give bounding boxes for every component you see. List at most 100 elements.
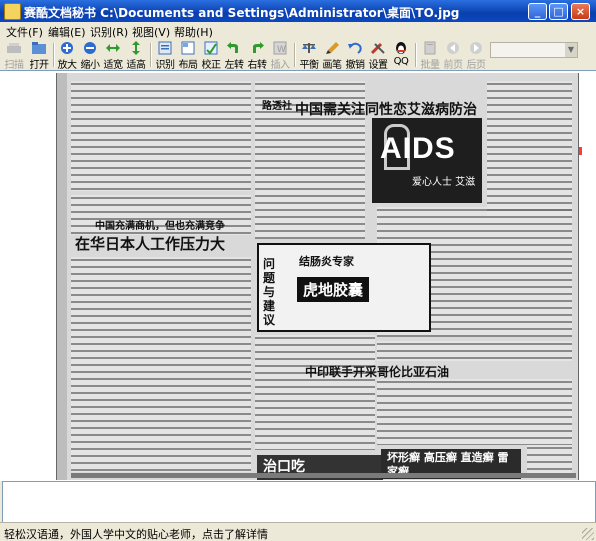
zoom-out-button[interactable]: 缩小 bbox=[79, 41, 101, 71]
title-bar: 赛酷文档秘书 C:\Documents and Settings\Adminis… bbox=[0, 0, 596, 22]
rotate-right-icon bbox=[253, 42, 264, 53]
scanned-newspaper-image: 中国充满商机，但也充满竞争 在华日本人工作压力大 路透社 中国需关注同性恋艾滋病… bbox=[56, 73, 579, 480]
layout-label: 布局 bbox=[178, 60, 199, 71]
open-folder-icon bbox=[32, 42, 46, 54]
recognize-label: 识别 bbox=[155, 60, 176, 71]
tools-icon bbox=[370, 42, 385, 55]
qq-label: QQ bbox=[393, 56, 409, 67]
rotate-right-button[interactable]: 右转 bbox=[246, 41, 268, 71]
fit-height-button[interactable]: 适高 bbox=[125, 41, 147, 71]
text-block bbox=[487, 81, 572, 216]
close-button[interactable]: × bbox=[571, 3, 590, 20]
zoom-out-label: 缩小 bbox=[80, 60, 101, 71]
next-page-button[interactable]: 后页 bbox=[465, 41, 487, 71]
text-block bbox=[255, 335, 375, 450]
arrow-left-icon bbox=[447, 42, 459, 54]
zoom-in-button[interactable]: 放大 bbox=[56, 41, 78, 71]
open-button[interactable]: 打开 bbox=[28, 41, 50, 71]
document-viewer[interactable]: 中国充满商机，但也充满竞争 在华日本人工作压力大 路透社 中国需关注同性恋艾滋病… bbox=[0, 70, 596, 481]
fit-height-label: 适高 bbox=[126, 60, 147, 71]
ad-side-text: 问题与建议 bbox=[263, 257, 276, 327]
settings-label: 设置 bbox=[368, 60, 389, 71]
window-title: 赛酷文档秘书 C:\Documents and Settings\Adminis… bbox=[24, 6, 460, 20]
fit-width-label: 适宽 bbox=[103, 60, 124, 71]
text-block bbox=[71, 257, 251, 472]
menu-view[interactable]: 视图(V) bbox=[132, 24, 170, 40]
fit-height-icon bbox=[132, 41, 140, 55]
zoom-out-icon bbox=[84, 42, 96, 54]
app-window: 赛酷文档秘书 C:\Documents and Settings\Adminis… bbox=[0, 0, 596, 541]
undo-button[interactable]: 撤销 bbox=[344, 41, 366, 71]
text-block bbox=[377, 341, 572, 361]
undo-icon bbox=[348, 42, 362, 54]
scan-edge bbox=[57, 73, 67, 480]
rotate-left-button[interactable]: 左转 bbox=[223, 41, 245, 71]
menu-recognize[interactable]: 识别(R) bbox=[90, 24, 128, 40]
headline-oil: 中印联手开采哥伦比亚石油 bbox=[305, 365, 450, 379]
zoom-in-label: 放大 bbox=[57, 60, 78, 71]
recognize-icon bbox=[158, 41, 172, 55]
rotate-right-label: 右转 bbox=[247, 60, 268, 71]
resize-grip[interactable] bbox=[582, 528, 594, 540]
scanner-icon bbox=[7, 43, 21, 53]
text-block bbox=[377, 379, 572, 445]
batch-label: 批量 bbox=[420, 60, 441, 71]
text-block bbox=[71, 81, 251, 191]
balance-icon bbox=[302, 43, 316, 53]
next-page-label: 后页 bbox=[466, 60, 487, 71]
status-bar: 轻松汉语通，外国人学中文的贴心老师，点击了解详情 bbox=[0, 522, 596, 541]
layout-icon bbox=[181, 41, 195, 55]
headline-main: 中国需关注同性恋艾滋病防治 bbox=[295, 102, 477, 118]
balance-button[interactable]: 平衡 bbox=[298, 41, 320, 71]
batch-button[interactable]: 批量 bbox=[419, 41, 441, 71]
status-ad-link[interactable]: 轻松汉语通，外国人学中文的贴心老师，点击了解详情 bbox=[4, 526, 268, 541]
page-select-combo[interactable]: ▼ bbox=[490, 42, 578, 58]
correct-button[interactable]: 校正 bbox=[200, 41, 222, 71]
rotate-left-label: 左转 bbox=[224, 60, 245, 71]
layout-button[interactable]: 布局 bbox=[177, 41, 199, 71]
fit-width-button[interactable]: 适宽 bbox=[102, 41, 124, 71]
menu-help[interactable]: 帮助(H) bbox=[174, 24, 213, 40]
balance-label: 平衡 bbox=[299, 60, 320, 71]
scan-button[interactable]: 扫描 bbox=[3, 41, 25, 71]
toolbar-separator bbox=[150, 43, 152, 67]
toolbar-separator bbox=[53, 43, 55, 67]
prev-page-label: 前页 bbox=[443, 60, 464, 71]
brush-icon bbox=[326, 42, 339, 54]
recognize-button[interactable]: 识别 bbox=[154, 41, 176, 71]
settings-button[interactable]: 设置 bbox=[367, 41, 389, 71]
headline-japan: 在华日本人工作压力大 bbox=[75, 235, 226, 253]
prev-page-button[interactable]: 前页 bbox=[442, 41, 464, 71]
zoom-in-icon bbox=[61, 42, 73, 54]
app-icon bbox=[4, 3, 21, 20]
aids-word: AIDS bbox=[380, 132, 456, 165]
advertisement-capsule: 问题与建议 结肠炎专家 虎地胶囊 bbox=[257, 243, 431, 332]
qq-penguin-icon bbox=[396, 42, 406, 54]
chevron-down-icon[interactable]: ▼ bbox=[565, 43, 577, 57]
arrow-right-icon bbox=[470, 42, 482, 54]
ad-top-text: 结肠炎专家 bbox=[299, 255, 354, 268]
minimize-button[interactable]: _ bbox=[528, 3, 547, 20]
undo-label: 撤销 bbox=[345, 60, 366, 71]
open-label: 打开 bbox=[29, 60, 50, 71]
paint-button[interactable]: 画笔 bbox=[321, 41, 343, 71]
menu-file[interactable]: 文件(F) bbox=[6, 24, 43, 40]
qq-button[interactable]: QQ bbox=[390, 41, 412, 69]
correct-label: 校正 bbox=[201, 60, 222, 71]
insert-button[interactable]: W 插入 bbox=[269, 41, 291, 71]
aids-photo: AIDS 爱心人士 艾滋 bbox=[372, 118, 482, 203]
insert-label: 插入 bbox=[270, 60, 291, 71]
section-tag: 路透社 bbox=[262, 101, 292, 112]
toolbar-separator bbox=[294, 43, 296, 67]
paint-label: 画笔 bbox=[322, 60, 343, 71]
correct-icon bbox=[204, 41, 218, 55]
newspaper-footer bbox=[71, 473, 576, 478]
toolbar-separator bbox=[415, 43, 417, 67]
menu-edit[interactable]: 编辑(E) bbox=[48, 24, 86, 40]
recognition-text-pane[interactable] bbox=[2, 481, 596, 523]
headline-japan-sub: 中国充满商机，但也充满竞争 bbox=[95, 221, 225, 232]
menu-bar: 文件(F) 编辑(E) 识别(R) 视图(V) 帮助(H) bbox=[0, 22, 596, 40]
maximize-button[interactable]: □ bbox=[549, 3, 568, 20]
ad-main-text: 虎地胶囊 bbox=[297, 277, 370, 302]
batch-icon bbox=[424, 41, 436, 55]
